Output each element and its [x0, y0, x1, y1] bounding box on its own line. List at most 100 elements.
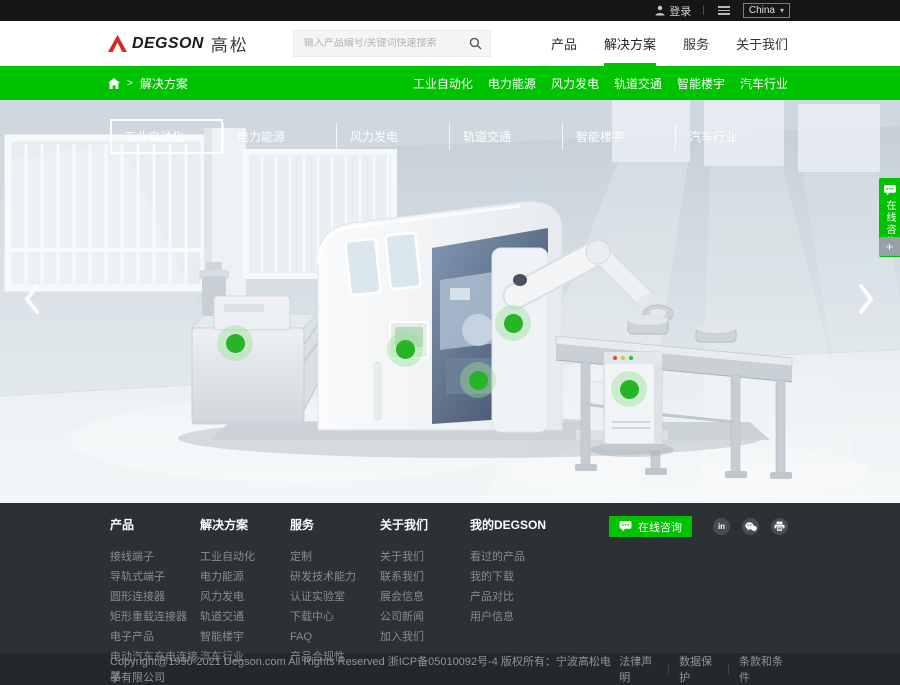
footer-link[interactable]: 产品合规性: [290, 647, 380, 667]
hero-carousel: 工业自动化 电力能源 风力发电 轨道交通 智能楼宇 汽车行业: [0, 100, 900, 503]
chat-icon: [619, 521, 632, 532]
footer-link[interactable]: 矩形重载连接器: [110, 607, 200, 627]
language-selector[interactable]: China ▾: [743, 3, 790, 18]
print-glyph: [774, 521, 785, 532]
subnav-automotive[interactable]: 汽车行业: [740, 75, 788, 92]
footer-link[interactable]: 电力能源: [200, 567, 290, 587]
wechat-icon[interactable]: [742, 518, 759, 535]
floating-expand-button[interactable]: +: [879, 237, 900, 256]
search-button[interactable]: [462, 31, 490, 56]
subnav-wind-power[interactable]: 风力发电: [551, 75, 599, 92]
nav-item-about[interactable]: 关于我们: [736, 21, 788, 66]
logo-text-cn: 高松: [211, 31, 249, 56]
tab-industrial-automation[interactable]: 工业自动化: [110, 119, 223, 154]
nav-item-solutions[interactable]: 解决方案: [604, 21, 656, 66]
footer-link[interactable]: 公司新闻: [380, 607, 470, 627]
page: 登录 | China ▾ DEGSON 高松: [0, 0, 900, 685]
breadcrumb-separator: >: [127, 78, 133, 89]
tab-smart-building[interactable]: 智能楼宇: [562, 119, 675, 154]
footer-col-title: 我的DEGSON: [470, 516, 590, 533]
linkedin-icon[interactable]: in: [713, 518, 730, 535]
footer-consult-button[interactable]: 在线咨询: [609, 516, 692, 537]
footer-link[interactable]: 电子产品: [110, 627, 200, 647]
footer-link[interactable]: 汽车行业: [200, 647, 290, 667]
footer-actions: 在线咨询 in: [609, 516, 788, 537]
footer-link[interactable]: 研发技术能力: [290, 567, 380, 587]
footer-link[interactable]: 用户信息: [470, 607, 590, 627]
footer-link[interactable]: 认证实验室: [290, 587, 380, 607]
wechat-glyph: [745, 522, 757, 532]
hero-image: [0, 100, 900, 503]
footer-link[interactable]: 圆形连接器: [110, 587, 200, 607]
machine-hotspot-2[interactable]: [387, 331, 423, 367]
chevron-down-icon: ▾: [780, 4, 784, 17]
footer-link[interactable]: 电动汽车充电连接器: [110, 647, 200, 685]
footer-link[interactable]: 风力发电: [200, 587, 290, 607]
subnav-smart-building[interactable]: 智能楼宇: [677, 75, 725, 92]
footer-link[interactable]: 加入我们: [380, 627, 470, 647]
chevron-right-icon: [856, 283, 876, 315]
footer-columns: 产品 接线端子 导轨式端子 圆形连接器 矩形重载连接器 电子产品 电动汽车充电连…: [110, 516, 900, 685]
nav-item-products[interactable]: 产品: [551, 21, 577, 66]
footer-link[interactable]: 联系我们: [380, 567, 470, 587]
topbar: 登录 | China ▾: [0, 0, 900, 21]
hamburger-icon: [718, 6, 730, 8]
subnav-power-energy[interactable]: 电力能源: [488, 75, 536, 92]
carousel-next-button[interactable]: [851, 280, 881, 318]
carousel-prev-button[interactable]: [17, 280, 47, 318]
machine-hotspot-4[interactable]: [460, 362, 496, 398]
footer-link[interactable]: 智能楼宇: [200, 627, 290, 647]
footer-col-about: 关于我们 关于我们 联系我们 展会信息 公司新闻 加入我们: [380, 516, 470, 685]
footer-link[interactable]: 工业自动化: [200, 547, 290, 567]
breadcrumb-bar: > 解决方案 工业自动化 电力能源 风力发电 轨道交通 智能楼宇 汽车行业: [0, 66, 900, 100]
home-icon[interactable]: [108, 78, 120, 89]
footer-link[interactable]: 产品对比: [470, 587, 590, 607]
machine-hotspot-1[interactable]: [217, 325, 253, 361]
footer-link[interactable]: 展会信息: [380, 587, 470, 607]
user-icon: [655, 5, 665, 16]
footer-col-title: 产品: [110, 516, 200, 533]
footer-col-products: 产品 接线端子 导轨式端子 圆形连接器 矩形重载连接器 电子产品 电动汽车充电连…: [110, 516, 200, 685]
footer-link[interactable]: 看过的产品: [470, 547, 590, 567]
tab-power-energy[interactable]: 电力能源: [223, 119, 336, 154]
language-value: China: [749, 4, 775, 17]
plus-icon: +: [886, 239, 894, 254]
search-input[interactable]: [294, 38, 462, 49]
nav-item-services[interactable]: 服务: [683, 21, 709, 66]
footer-link[interactable]: 定制: [290, 547, 380, 567]
chevron-left-icon: [22, 283, 42, 315]
topbar-divider: |: [702, 5, 705, 16]
footer-link[interactable]: 轨道交通: [200, 607, 290, 627]
breadcrumb-current: 解决方案: [140, 75, 188, 92]
login-label: 登录: [669, 3, 691, 19]
tab-automotive[interactable]: 汽车行业: [675, 119, 788, 154]
machine-hotspot-5[interactable]: [611, 371, 647, 407]
footer-consult-label: 在线咨询: [638, 519, 682, 535]
tab-wind-power[interactable]: 风力发电: [336, 119, 449, 154]
menu-button[interactable]: [716, 4, 732, 17]
login-button[interactable]: 登录: [655, 3, 691, 19]
footer-col-title: 服务: [290, 516, 380, 533]
footer-link[interactable]: 下载中心: [290, 607, 380, 627]
logo-mark-icon: [108, 35, 127, 52]
machine-hotspot-3[interactable]: [495, 305, 531, 341]
footer-col-title: 解决方案: [200, 516, 290, 533]
footer-link[interactable]: 接线端子: [110, 547, 200, 567]
print-icon[interactable]: [771, 518, 788, 535]
subnav-rail-transit[interactable]: 轨道交通: [614, 75, 662, 92]
header: DEGSON 高松 产品 解决方案 服务 关于我们: [0, 21, 900, 66]
subnav-industrial-automation[interactable]: 工业自动化: [413, 75, 473, 92]
footer-link[interactable]: FAQ: [290, 627, 380, 647]
breadcrumb: > 解决方案: [108, 75, 188, 92]
footer-link[interactable]: 我的下载: [470, 567, 590, 587]
logo[interactable]: DEGSON 高松: [108, 31, 249, 56]
footer-col-services: 服务 定制 研发技术能力 认证实验室 下载中心 FAQ 产品合规性: [290, 516, 380, 685]
footer-link[interactable]: 关于我们: [380, 547, 470, 567]
footer-col-my-degson: 我的DEGSON 看过的产品 我的下载 产品对比 用户信息: [470, 516, 590, 685]
footer-col-solutions: 解决方案 工业自动化 电力能源 风力发电 轨道交通 智能楼宇 汽车行业: [200, 516, 290, 685]
main-nav: 产品 解决方案 服务 关于我们: [551, 21, 788, 66]
solution-tabs: 工业自动化 电力能源 风力发电 轨道交通 智能楼宇 汽车行业: [110, 119, 788, 154]
tab-rail-transit[interactable]: 轨道交通: [449, 119, 562, 154]
footer-link[interactable]: 导轨式端子: [110, 567, 200, 587]
solutions-subnav: 工业自动化 电力能源 风力发电 轨道交通 智能楼宇 汽车行业: [413, 75, 788, 92]
